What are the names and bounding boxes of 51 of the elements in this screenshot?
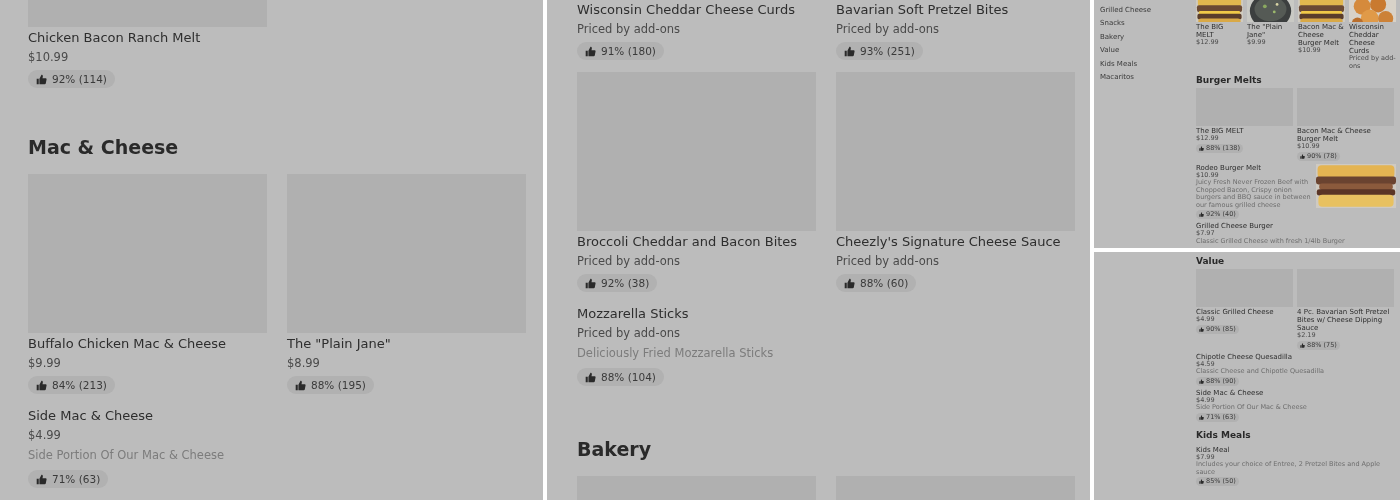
item-price: Priced by add-ons	[836, 253, 941, 270]
item-title[interactable]: Side Mac & Cheese	[28, 406, 543, 426]
rating-text: 91% (180)	[601, 45, 656, 57]
thumbs-up-icon	[36, 73, 47, 85]
section-heading: Mac & Cheese	[28, 136, 180, 158]
item-price: Priced by add-ons	[577, 253, 682, 270]
rating-text: 88% (104)	[601, 371, 656, 383]
item-price: $10.99	[28, 49, 70, 66]
thumbs-up-icon	[585, 277, 596, 289]
thumbs-up-icon	[1199, 326, 1204, 332]
rating-text: 88% (195)	[311, 379, 366, 391]
item-description: Side Portion Of Our Mac & Cheese	[28, 447, 226, 464]
item-title[interactable]: Chicken Bacon Ranch Melt	[28, 28, 267, 48]
item-price: Priced by add-ons	[836, 21, 941, 38]
item-title[interactable]: Buffalo Chicken Mac & Cheese	[28, 334, 267, 354]
section-heading: Value	[1196, 256, 1226, 266]
thumbs-up-icon	[844, 277, 855, 289]
item-price: $9.99	[28, 355, 62, 372]
thumbs-up-icon	[1199, 479, 1204, 484]
item-price: $4.99	[28, 427, 62, 444]
thumbs-up-icon	[1199, 212, 1204, 217]
thumbs-up-icon	[844, 45, 855, 57]
item-title[interactable]: Bavarian Soft Pretzel Bites	[836, 0, 1075, 20]
thumbs-up-icon	[36, 379, 47, 391]
thumbs-up-icon	[36, 473, 47, 485]
thumbs-up-icon	[585, 371, 596, 383]
thumbs-up-icon	[1199, 414, 1204, 420]
thumbs-up-icon	[1300, 153, 1305, 159]
thumbs-up-icon	[585, 45, 596, 57]
item-title[interactable]: The "Plain Jane"	[287, 334, 526, 354]
item-title[interactable]: Wisconsin Cheddar Cheese Curds	[577, 0, 816, 20]
rating-text: 92% (38)	[601, 277, 650, 289]
item-title[interactable]: Mozzarella Sticks	[577, 304, 1090, 324]
rating-text: 71% (63)	[52, 473, 101, 485]
item-title[interactable]: Cheezly's Signature Cheese Sauce	[836, 232, 1075, 252]
item-price: $8.99	[287, 355, 321, 372]
item-description: Deliciously Fried Mozzarella Sticks	[577, 345, 775, 362]
thumbs-up-icon	[1300, 342, 1305, 348]
rating-text: 84% (213)	[52, 379, 107, 391]
section-heading: Burger Melts	[1196, 75, 1263, 85]
item-price: Priced by add-ons	[577, 21, 682, 38]
section-heading: Bakery	[577, 438, 653, 460]
item-price: Priced by add-ons	[577, 325, 682, 342]
item-title[interactable]: Broccoli Cheddar and Bacon Bites	[577, 232, 816, 252]
thumbs-up-icon	[1199, 145, 1204, 151]
rating-text: 88% (60)	[860, 277, 909, 289]
thumbs-up-icon	[295, 379, 306, 391]
rating-text: 92% (114)	[52, 73, 107, 85]
thumbs-up-icon	[1199, 378, 1204, 384]
section-heading: Kids Meals	[1196, 429, 1252, 440]
rating-text: 93% (251)	[860, 45, 915, 57]
